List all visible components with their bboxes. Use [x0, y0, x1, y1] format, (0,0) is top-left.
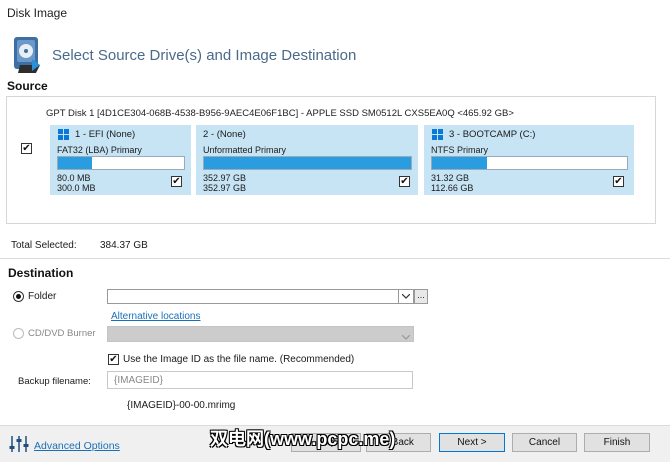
- cd-dvd-label: CD/DVD Burner: [28, 328, 96, 339]
- advanced-options-icon[interactable]: [9, 435, 29, 456]
- partition-type: FAT32 (LBA) Primary: [57, 145, 142, 155]
- partition-usage-bar: [431, 156, 628, 170]
- disk-label: GPT Disk 1 [4D1CE304-068B-4538-B956-9AEC…: [46, 108, 514, 119]
- source-label: Source: [7, 79, 48, 93]
- alternative-locations-link[interactable]: Alternative locations: [111, 311, 201, 322]
- partition-size: 112.66 GB: [431, 183, 474, 193]
- use-image-id-checkbox[interactable]: ✔: [108, 354, 119, 365]
- windows-icon: [432, 129, 443, 140]
- finish-button[interactable]: Finish: [584, 433, 650, 452]
- partition-size: 300.0 MB: [57, 183, 96, 193]
- next-button[interactable]: Next >: [439, 433, 505, 452]
- partition-type: NTFS Primary: [431, 145, 488, 155]
- total-selected-label: Total Selected:: [11, 240, 77, 251]
- partition-card-efi[interactable]: 1 - EFI (None) FAT32 (LBA) Primary 80.0 …: [50, 125, 191, 195]
- backup-filename-label: Backup filename:: [18, 376, 91, 387]
- partition-usage-fill: [58, 157, 93, 169]
- disk-image-icon: [10, 35, 44, 75]
- filename-preview: {IMAGEID}-00-00.mrimg: [127, 400, 236, 411]
- cd-dvd-select[interactable]: [107, 326, 414, 342]
- partition-used: 352.97 GB: [203, 173, 247, 183]
- windows-icon: [58, 129, 69, 140]
- browse-button[interactable]: ...: [414, 289, 428, 304]
- partition-used: 80.0 MB: [57, 173, 91, 183]
- disk-checkbox[interactable]: ✔: [21, 143, 32, 154]
- partition-used: 31.32 GB: [431, 173, 470, 183]
- watermark: 双电网(www.pcpc.me): [210, 429, 396, 449]
- page-title: Select Source Drive(s) and Image Destina…: [52, 47, 357, 64]
- partition-usage-bar: [57, 156, 185, 170]
- partition-type: Unformatted Primary: [203, 145, 287, 155]
- chevron-down-icon[interactable]: [398, 290, 413, 303]
- window-title: Disk Image: [7, 6, 68, 20]
- folder-label: Folder: [28, 291, 57, 302]
- partition-card-bootcamp[interactable]: 3 - BOOTCAMP (C:) NTFS Primary 31.32 GB …: [424, 125, 634, 195]
- folder-radio[interactable]: [13, 291, 24, 302]
- backup-filename-input[interactable]: {IMAGEID}: [107, 371, 413, 389]
- partition-usage-fill: [432, 157, 487, 169]
- cd-dvd-radio[interactable]: [13, 328, 24, 339]
- total-selected-value: 384.37 GB: [100, 240, 148, 251]
- advanced-options-link[interactable]: Advanced Options: [34, 440, 120, 452]
- partition-title: 2 - (None): [203, 129, 246, 140]
- chevron-down-icon: [401, 331, 411, 343]
- partition-checkbox[interactable]: ✔: [613, 176, 624, 187]
- cancel-button[interactable]: Cancel: [512, 433, 577, 452]
- folder-input[interactable]: [107, 289, 414, 304]
- partition-usage-fill: [204, 157, 411, 169]
- partition-checkbox[interactable]: ✔: [171, 176, 182, 187]
- partition-title: 3 - BOOTCAMP (C:): [449, 129, 536, 140]
- partition-size: 352.97 GB: [203, 183, 247, 193]
- partition-usage-bar: [203, 156, 412, 170]
- partition-card-unformatted[interactable]: 2 - (None) Unformatted Primary 352.97 GB…: [196, 125, 418, 195]
- partition-checkbox[interactable]: ✔: [399, 176, 410, 187]
- partition-title: 1 - EFI (None): [75, 129, 136, 140]
- divider: [0, 258, 670, 259]
- destination-label: Destination: [8, 266, 74, 280]
- use-image-id-label: Use the Image ID as the file name. (Reco…: [123, 354, 355, 365]
